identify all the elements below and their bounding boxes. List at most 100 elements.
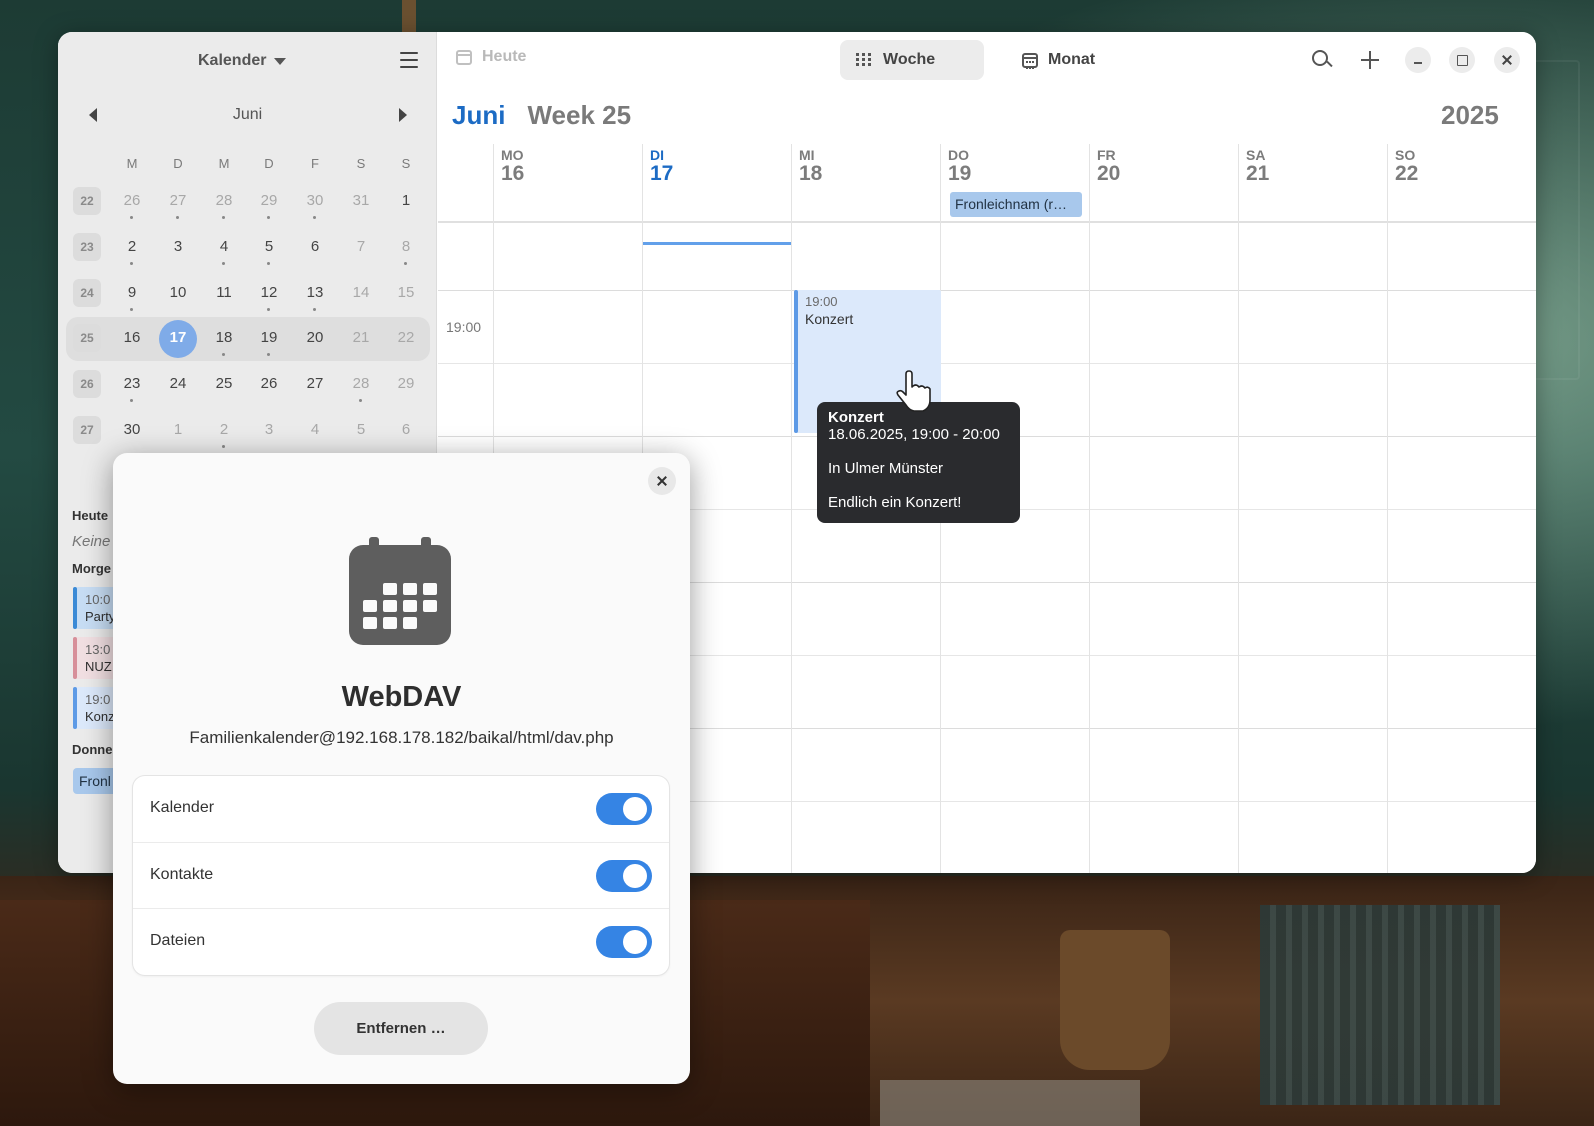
- weekday-label: D: [173, 156, 183, 171]
- service-label: Kalender: [150, 799, 215, 816]
- agenda-empty-text: Keine: [72, 533, 111, 550]
- mini-calendar-day[interactable]: 24: [158, 375, 198, 392]
- close-icon[interactable]: [648, 467, 676, 495]
- mini-calendar-week: 23 2 3 4 5 6 7 8: [58, 226, 437, 270]
- kontakte-toggle[interactable]: [596, 860, 652, 892]
- mini-calendar-day[interactable]: 3: [158, 238, 198, 255]
- mini-calendar-day[interactable]: 1: [386, 192, 426, 209]
- mini-calendar-day[interactable]: 26: [249, 375, 289, 392]
- kalender-toggle[interactable]: [596, 793, 652, 825]
- mini-calendar-day[interactable]: 22: [386, 329, 426, 346]
- next-month-icon[interactable]: [399, 108, 407, 122]
- day-header-sa[interactable]: SA 21: [1238, 144, 1387, 222]
- mini-calendar-day[interactable]: 18: [204, 329, 244, 356]
- mini-calendar-day[interactable]: 10: [158, 284, 198, 301]
- weekday-label: M: [126, 156, 138, 171]
- mini-calendar-day[interactable]: 6: [295, 238, 335, 255]
- service-list: Kalender Kontakte Dateien: [133, 776, 669, 975]
- search-icon[interactable]: [1308, 46, 1336, 74]
- mini-calendar-day[interactable]: 8: [386, 238, 426, 265]
- mini-calendar-day[interactable]: 15: [386, 284, 426, 301]
- week-number[interactable]: 24: [73, 279, 101, 307]
- mini-calendar-day[interactable]: 14: [341, 284, 381, 301]
- mini-calendar-day[interactable]: 4: [204, 238, 244, 265]
- month-view-button[interactable]: Monat: [1006, 40, 1111, 80]
- mini-calendar-day[interactable]: 20: [295, 329, 335, 346]
- today-button[interactable]: Heute: [456, 48, 526, 66]
- mini-calendar-day[interactable]: 30: [295, 192, 335, 219]
- mini-calendar-day[interactable]: 27: [295, 375, 335, 392]
- month-navigation: Juni: [58, 102, 437, 132]
- day-header-fr[interactable]: FR 20: [1089, 144, 1238, 222]
- menu-icon: [400, 52, 418, 54]
- day-header-do[interactable]: DO 19 Fronleichnam (r…: [940, 144, 1089, 222]
- mini-calendar-day[interactable]: 29: [386, 375, 426, 392]
- tooltip-description: Endlich ein Konzert!: [828, 494, 962, 511]
- day-name: MI: [799, 147, 815, 163]
- mini-calendar-day[interactable]: 21: [341, 329, 381, 346]
- mini-calendar-day[interactable]: 16: [112, 329, 152, 346]
- mini-calendar-day[interactable]: 30: [112, 421, 152, 438]
- mini-calendar-day[interactable]: 4: [295, 421, 335, 438]
- mini-calendar-day[interactable]: 28: [204, 192, 244, 219]
- mini-calendar-day[interactable]: 31: [341, 192, 381, 209]
- tooltip-datetime: 18.06.2025, 19:00 - 20:00: [828, 426, 1000, 443]
- calendar-dropdown[interactable]: Kalender: [198, 48, 287, 74]
- day-header-mo[interactable]: MO 16: [493, 144, 642, 222]
- day-header-mi[interactable]: MI 18: [791, 144, 940, 222]
- mini-calendar-day[interactable]: 5: [341, 421, 381, 438]
- week-view-button[interactable]: Woche: [840, 40, 984, 80]
- maximize-icon[interactable]: [1449, 47, 1475, 73]
- account-address: Familienkalender@192.168.178.182/baikal/…: [189, 728, 614, 747]
- mini-calendar-day[interactable]: 5: [249, 238, 289, 265]
- mini-calendar-day[interactable]: 25: [204, 375, 244, 392]
- tooltip-location: In Ulmer Münster: [828, 460, 944, 477]
- day-name: SO: [1395, 147, 1416, 163]
- agenda-thursday-heading: Donne: [72, 742, 113, 757]
- day-date: 21: [1246, 162, 1270, 185]
- mini-calendar-day[interactable]: 13: [295, 284, 335, 311]
- dateien-toggle[interactable]: [596, 926, 652, 958]
- weekday-label: F: [311, 156, 319, 171]
- week-number[interactable]: 23: [73, 233, 101, 261]
- mini-calendar-day[interactable]: 26: [112, 192, 152, 219]
- remove-account-button[interactable]: Entfernen …: [314, 1002, 488, 1055]
- mini-calendar-day[interactable]: 23: [112, 375, 152, 402]
- mini-calendar-day[interactable]: 28: [341, 375, 381, 402]
- mini-calendar-day[interactable]: 1: [158, 421, 198, 438]
- mini-calendar-day[interactable]: 6: [386, 421, 426, 438]
- event-tooltip: Konzert 18.06.2025, 19:00 - 20:00 In Ulm…: [817, 402, 1020, 523]
- mini-calendar-day[interactable]: 11: [204, 284, 244, 301]
- mini-calendar-day[interactable]: 29: [249, 192, 289, 219]
- add-event-icon[interactable]: [1357, 46, 1385, 74]
- main-menu-button[interactable]: [400, 52, 418, 68]
- mini-calendar-day[interactable]: 12: [249, 284, 289, 311]
- week-title-year: 2025: [1441, 100, 1499, 130]
- day-name: DO: [948, 147, 969, 163]
- week-number[interactable]: 22: [73, 187, 101, 215]
- service-label: Dateien: [150, 932, 206, 949]
- allday-event[interactable]: Fronleichnam (r…: [950, 192, 1082, 217]
- week-number[interactable]: 26: [73, 370, 101, 398]
- week-number[interactable]: 25: [73, 324, 101, 352]
- day-header-di[interactable]: DI 17: [642, 144, 791, 222]
- minimize-icon[interactable]: [1405, 47, 1431, 73]
- header-bar: Heute Woche Monat: [438, 32, 1536, 88]
- mini-calendar-day[interactable]: 7: [341, 238, 381, 255]
- week-number[interactable]: 27: [73, 416, 101, 444]
- service-label: Kontakte: [150, 866, 214, 883]
- mini-calendar-day[interactable]: 17: [158, 329, 198, 346]
- mini-calendar-day[interactable]: 9: [112, 284, 152, 311]
- mini-calendar-day[interactable]: 2: [204, 421, 244, 448]
- mini-calendar-day[interactable]: 3: [249, 421, 289, 438]
- mini-calendar-day[interactable]: 27: [158, 192, 198, 219]
- mini-calendar-day[interactable]: 19: [249, 329, 289, 356]
- mini-calendar-day[interactable]: 2: [112, 238, 152, 265]
- week-title-month: Juni: [452, 100, 506, 130]
- weekday-label: S: [356, 156, 366, 171]
- day-header-so[interactable]: SO 22: [1387, 144, 1536, 222]
- agenda-today-heading: Heute: [72, 508, 109, 523]
- close-icon[interactable]: [1494, 47, 1520, 73]
- sidebar-header: Kalender: [58, 32, 437, 88]
- calendar-dropdown-label: Kalender: [198, 52, 267, 69]
